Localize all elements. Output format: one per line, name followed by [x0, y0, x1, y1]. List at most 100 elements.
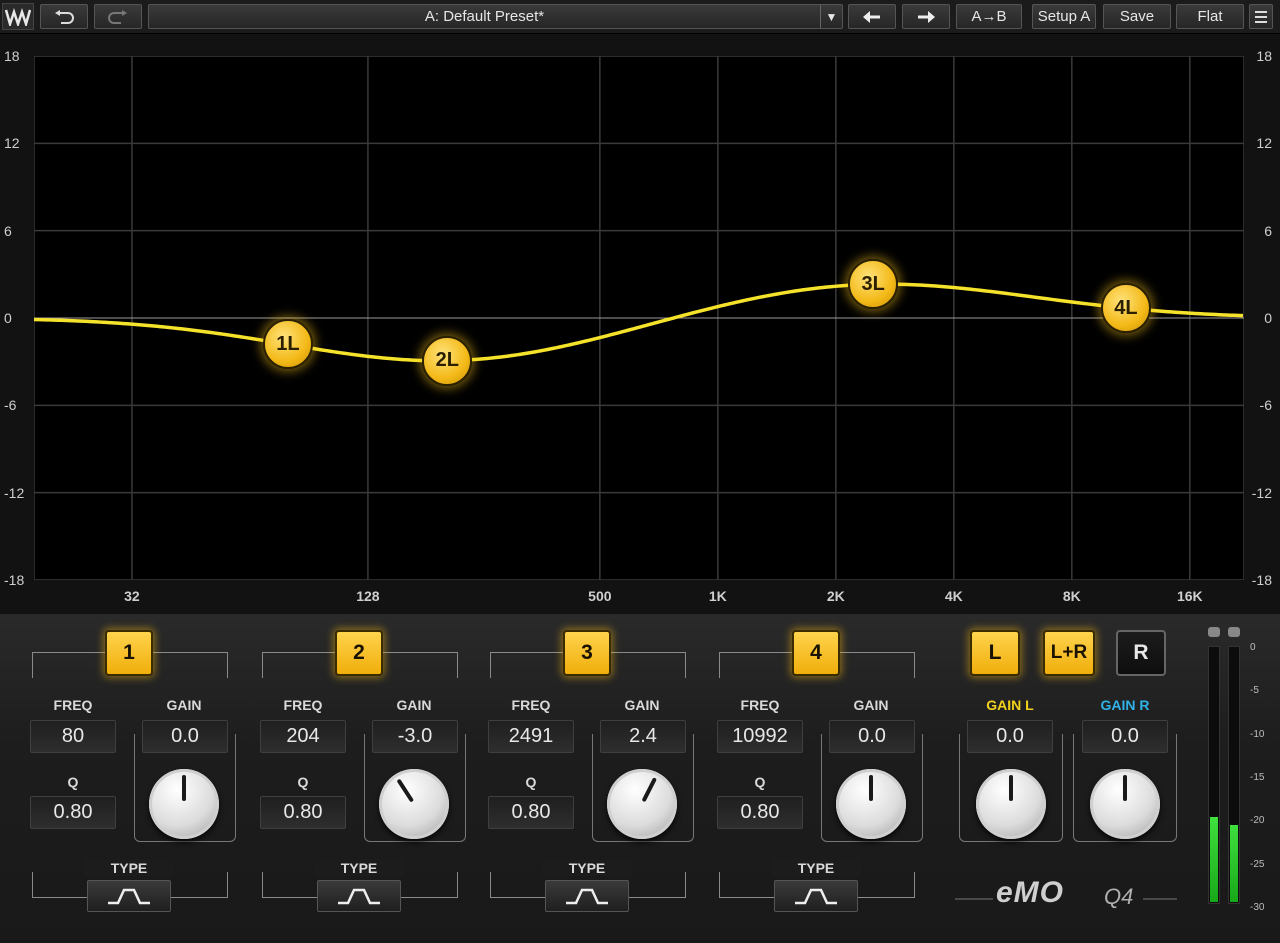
band-2-enable-button[interactable]: 2 — [335, 630, 383, 676]
freq-value[interactable]: 204 — [260, 720, 346, 753]
band-node[interactable]: 1L — [262, 319, 313, 370]
gain-label: GAIN — [624, 697, 660, 713]
gain-r-value[interactable]: 0.0 — [1082, 720, 1168, 753]
knob-pointer — [869, 775, 873, 801]
q-label: Q — [525, 774, 537, 790]
q-value[interactable]: 0.80 — [488, 796, 574, 829]
bell-filter-icon — [566, 888, 608, 905]
q-label: Q — [754, 774, 766, 790]
q-label: Q — [67, 774, 79, 790]
eq-response-graph[interactable] — [34, 56, 1244, 580]
meter-tick-label: -25 — [1250, 858, 1265, 870]
gain-tick-label: 6 — [4, 222, 12, 239]
output-meter-left — [1208, 646, 1220, 904]
freq-tick-label: 2K — [826, 588, 845, 604]
gain-tick-label: 0 — [4, 310, 12, 326]
filter-type-button[interactable] — [87, 880, 171, 912]
gain-l-knob[interactable] — [976, 769, 1046, 839]
output-meter-right — [1228, 646, 1240, 904]
preset-selector[interactable]: A: Default Preset* ▼ — [148, 4, 843, 29]
gain-knob[interactable] — [836, 769, 906, 839]
freq-tick-label: 8K — [1062, 588, 1081, 604]
meter-tick-label: -5 — [1250, 685, 1259, 697]
band-node[interactable]: 2L — [422, 335, 473, 386]
gain-knob[interactable] — [149, 769, 219, 839]
freq-tick-label: 16K — [1176, 588, 1203, 604]
gain-tick-label: -18 — [1251, 572, 1272, 588]
gain-value[interactable]: 2.4 — [600, 720, 686, 753]
freq-value[interactable]: 80 — [30, 720, 116, 753]
gain-tick-label: 18 — [1256, 48, 1272, 64]
gain-label: GAIN — [396, 697, 432, 713]
filter-type-button[interactable] — [317, 880, 401, 912]
setup-toggle-button[interactable]: Setup A — [1032, 4, 1096, 29]
gain-r-knob[interactable] — [1090, 769, 1160, 839]
freq-label: FREQ — [283, 697, 323, 713]
copy-a-to-b-button[interactable]: A→B — [956, 4, 1022, 29]
q-value[interactable]: 0.80 — [717, 796, 803, 829]
model-label: Q4 — [1104, 884, 1134, 909]
next-preset-button[interactable] — [902, 4, 950, 29]
gain-l-label: GAIN L — [986, 697, 1034, 713]
band-1-enable-button[interactable]: 1 — [105, 630, 153, 676]
gain-value[interactable]: 0.0 — [829, 720, 915, 753]
arrow-left-icon — [863, 10, 880, 23]
type-label: TYPE — [771, 860, 861, 876]
gain-knob[interactable] — [607, 769, 677, 839]
gain-value[interactable]: -3.0 — [372, 720, 458, 753]
waves-logo[interactable] — [2, 3, 34, 30]
channel-lr-button[interactable]: L+R — [1043, 630, 1095, 676]
menu-button[interactable] — [1249, 4, 1273, 29]
redo-button[interactable] — [94, 4, 142, 29]
bell-filter-icon — [338, 888, 380, 905]
meter-tick-label: -10 — [1250, 728, 1265, 740]
gain-knob[interactable] — [379, 769, 449, 839]
freq-value[interactable]: 2491 — [488, 720, 574, 753]
bell-filter-icon — [108, 888, 150, 905]
flat-button[interactable]: Flat — [1176, 4, 1244, 29]
freq-tick-label: 32 — [124, 588, 140, 604]
brand-divider — [955, 898, 1177, 900]
previous-preset-button[interactable] — [848, 4, 896, 29]
gain-l-value[interactable]: 0.0 — [967, 720, 1053, 753]
clip-indicator-right[interactable] — [1228, 627, 1240, 637]
undo-button[interactable] — [40, 4, 88, 29]
gain-value[interactable]: 0.0 — [142, 720, 228, 753]
gain-tick-label: 6 — [1264, 222, 1272, 239]
freq-value[interactable]: 10992 — [717, 720, 803, 753]
filter-type-button[interactable] — [545, 880, 629, 912]
clip-indicator-left[interactable] — [1208, 627, 1220, 637]
gain-tick-label: -12 — [4, 484, 25, 501]
type-label: TYPE — [542, 860, 632, 876]
q-value[interactable]: 0.80 — [30, 796, 116, 829]
meter-tick-label: -15 — [1250, 771, 1265, 783]
bell-filter-icon — [795, 888, 837, 905]
filter-type-button[interactable] — [774, 880, 858, 912]
gain-tick-label: 12 — [4, 135, 20, 152]
freq-label: FREQ — [511, 697, 551, 713]
gain-tick-label: -6 — [1259, 397, 1272, 414]
gain-tick-label: -12 — [1251, 484, 1272, 501]
q-value[interactable]: 0.80 — [260, 796, 346, 829]
gain-label: GAIN — [853, 697, 889, 713]
preset-name: A: Default Preset* — [424, 8, 545, 25]
channel-l-button[interactable]: L — [970, 630, 1020, 676]
meter-tick-label: 0 — [1250, 642, 1256, 653]
band-4-enable-button[interactable]: 4 — [792, 630, 840, 676]
knob-pointer — [182, 775, 186, 801]
type-label: TYPE — [314, 860, 404, 876]
emo-logo: eMO — [996, 876, 1065, 909]
gain-tick-label: -18 — [4, 572, 25, 588]
knob-pointer — [641, 777, 657, 803]
knob-pointer — [396, 778, 415, 803]
freq-tick-label: 128 — [356, 588, 380, 604]
band-node[interactable]: 4L — [1100, 283, 1151, 334]
band-3-enable-button[interactable]: 3 — [563, 630, 611, 676]
save-button[interactable]: Save — [1103, 4, 1171, 29]
freq-label: FREQ — [740, 697, 780, 713]
gain-r-label: GAIN R — [1100, 697, 1150, 713]
channel-r-button[interactable]: R — [1116, 630, 1166, 676]
toolbar: A: Default Preset* ▼ A→B Setup A Save Fl… — [0, 0, 1280, 34]
freq-tick-label: 1K — [708, 588, 727, 604]
chevron-down-icon[interactable]: ▼ — [820, 5, 842, 28]
